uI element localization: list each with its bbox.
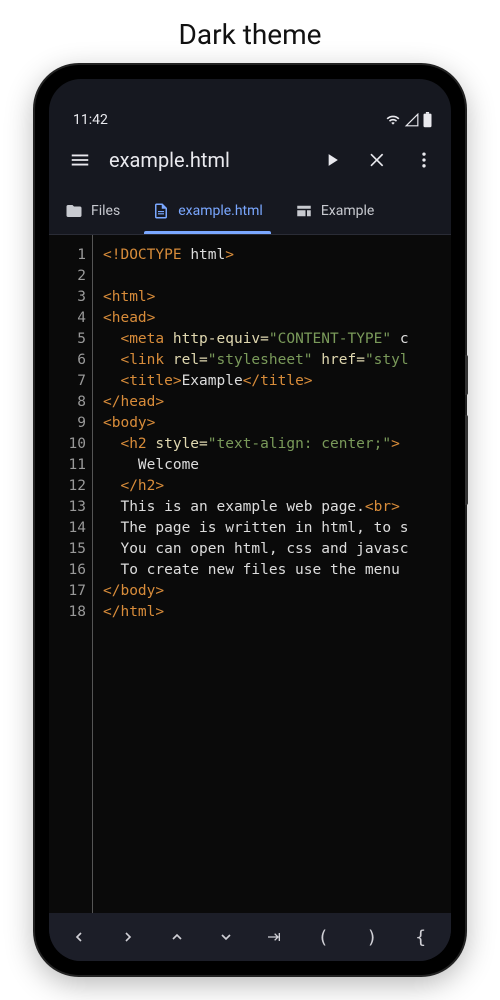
screen: 11:42 example.html Filesexample.htmlExam [49,79,451,961]
keyboard-toolbar: (){ [49,913,451,961]
menu-icon [69,149,91,171]
tab-example-html[interactable]: example.html [136,187,279,234]
code-line[interactable]: <link rel="stylesheet" href="styl [103,350,451,371]
code-line[interactable]: </body> [103,581,451,602]
line-number: 17 [49,581,86,602]
code-line[interactable] [103,266,451,287]
line-number: 7 [49,371,86,392]
code-line[interactable]: </head> [103,392,451,413]
code-line[interactable]: Welcome [103,455,451,476]
line-number: 4 [49,308,86,329]
code-line[interactable]: <!DOCTYPE html> [103,245,451,266]
menu-button[interactable] [59,139,101,181]
status-icons [384,112,433,128]
line-number: 8 [49,392,86,413]
line-number: 12 [49,476,86,497]
code-line[interactable]: </h2> [103,476,451,497]
key-left[interactable] [55,913,104,961]
battery-icon [422,112,433,128]
line-number: 9 [49,413,86,434]
overflow-button[interactable] [403,139,445,181]
line-number: 2 [49,266,86,287]
tab-label: Example [321,203,374,219]
phone-frame: 11:42 example.html Filesexample.htmlExam [35,65,465,975]
line-number: 14 [49,518,86,539]
line-number: 11 [49,455,86,476]
code-line[interactable]: <head> [103,308,451,329]
tab-label: Files [91,203,120,219]
line-number: 3 [49,287,86,308]
code-line[interactable]: </html> [103,602,451,623]
tab-label: example.html [178,203,263,219]
code-line[interactable]: The page is written in html, to s [103,518,451,539]
more-vert-icon [414,150,434,170]
key-paren-close[interactable]: ) [348,913,397,961]
line-number: 1 [49,245,86,266]
key-right[interactable] [104,913,153,961]
key-tab[interactable] [250,913,299,961]
page-heading: Dark theme [0,0,500,65]
close-button[interactable] [357,139,399,181]
code-line[interactable]: This is an example web page.<br> [103,497,451,518]
key-down[interactable] [201,913,250,961]
tab-example[interactable]: Example [279,187,390,234]
app-title: example.html [105,148,307,172]
folder-icon [65,202,83,220]
play-icon [322,150,342,170]
tab-files[interactable]: Files [49,187,136,234]
status-time: 11:42 [73,112,108,128]
line-number: 18 [49,602,86,623]
wifi-icon [384,113,402,127]
phone-side-button [465,355,468,395]
line-gutter: 123456789101112131415161718 [49,235,93,913]
code-editor[interactable]: 123456789101112131415161718 <!DOCTYPE ht… [49,235,451,913]
web-icon [295,202,313,220]
code-line[interactable]: <h2 style="text-align: center;"> [103,434,451,455]
document-icon [152,202,170,220]
line-number: 10 [49,434,86,455]
status-bar: 11:42 [49,107,451,133]
run-button[interactable] [311,139,353,181]
close-icon [368,150,388,170]
line-number: 13 [49,497,86,518]
code-line[interactable]: <meta http-equiv="CONTENT-TYPE" c [103,329,451,350]
key-up[interactable] [153,913,202,961]
signal-icon [404,113,420,127]
code-line[interactable]: You can open html, css and javasc [103,539,451,560]
code-line[interactable]: <title>Example</title> [103,371,451,392]
phone-side-button [465,415,468,505]
app-bar: example.html [49,133,451,187]
key-brace-open[interactable]: { [396,913,445,961]
tab-strip: Files example.html Example [49,187,451,235]
code-line[interactable]: <html> [103,287,451,308]
line-number: 16 [49,560,86,581]
code-area[interactable]: <!DOCTYPE html> <html><head> <meta http-… [93,235,451,913]
code-line[interactable]: <body> [103,413,451,434]
line-number: 15 [49,539,86,560]
key-paren-open[interactable]: ( [299,913,348,961]
line-number: 6 [49,350,86,371]
code-line[interactable]: To create new files use the menu [103,560,451,581]
line-number: 5 [49,329,86,350]
